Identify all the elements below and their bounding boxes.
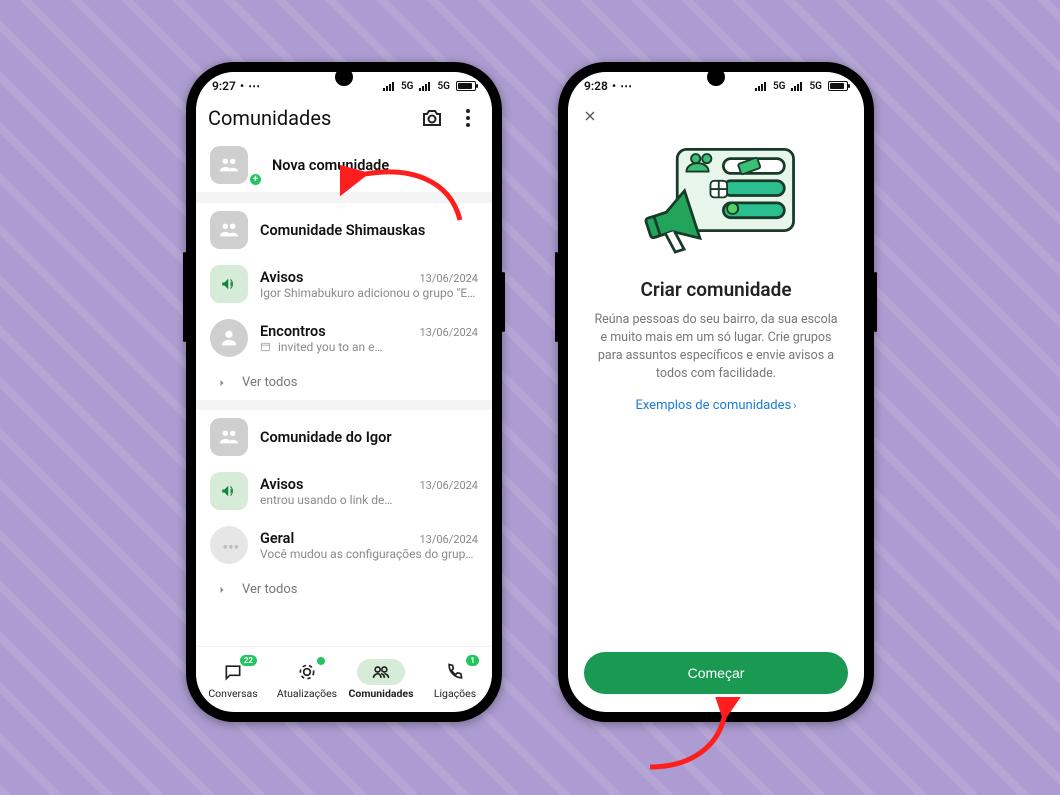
item-title: Geral	[260, 530, 411, 547]
start-button[interactable]: Começar	[584, 652, 848, 694]
tab-badge: 1	[466, 655, 479, 666]
status-net1: 5G	[773, 81, 786, 92]
tab-communities[interactable]: Comunidades	[344, 647, 418, 712]
power-button	[874, 272, 877, 332]
tab-chats[interactable]: 22 Conversas	[196, 647, 270, 712]
volume-buttons	[555, 252, 558, 342]
see-all-label: Ver todos	[242, 582, 298, 597]
updates-icon	[297, 662, 317, 682]
close-icon[interactable]	[582, 108, 598, 128]
item-title: Encontros	[260, 323, 411, 340]
announcement-icon	[210, 265, 248, 303]
chevron-right-icon	[216, 584, 228, 596]
community-name: Comunidade do Igor	[260, 429, 478, 446]
announcement-icon	[210, 472, 248, 510]
page-title: Comunidades	[208, 106, 408, 130]
tab-badge: 22	[240, 655, 257, 666]
calendar-icon	[260, 341, 271, 352]
status-more-icon: ⋯	[248, 79, 260, 93]
examples-link-label: Exemplos de comunidades	[635, 398, 791, 413]
item-date: 13/06/2024	[419, 479, 478, 492]
calls-icon	[445, 662, 465, 682]
chats-icon	[223, 662, 243, 682]
item-date: 13/06/2024	[419, 326, 478, 339]
section-gap	[196, 400, 492, 410]
community-icon	[210, 211, 248, 249]
item-sub: Você mudou as configurações do grupo pa…	[260, 547, 478, 561]
signal-icon-2	[419, 81, 431, 91]
community-header[interactable]: Comunidade Shimauskas	[196, 203, 492, 257]
group-icon	[210, 319, 248, 357]
community-header[interactable]: Comunidade do Igor	[196, 410, 492, 464]
item-sub: Igor Shimabukuro adicionou o grupo "Enco…	[260, 286, 478, 300]
phone-left: 9:27 • ⋯ 5G 5G Comunidades	[186, 62, 502, 722]
see-all-link[interactable]: Ver todos	[196, 365, 492, 400]
item-title: Avisos	[260, 476, 411, 493]
chevron-right-icon: ›	[793, 399, 796, 412]
see-all-link[interactable]: Ver todos	[196, 572, 492, 607]
item-title: Avisos	[260, 269, 411, 286]
status-net2: 5G	[437, 81, 450, 92]
community-icon	[210, 146, 248, 184]
status-time: 9:28	[584, 79, 608, 93]
tab-label: Atualizações	[277, 687, 337, 700]
screen-communities: 9:27 • ⋯ 5G 5G Comunidades	[196, 72, 492, 712]
tab-calls[interactable]: 1 Ligações	[418, 647, 492, 712]
item-date: 13/06/2024	[419, 533, 478, 546]
bottom-nav: 22 Conversas Atualizações Comunidades	[196, 646, 492, 712]
battery-icon	[456, 81, 476, 91]
list-item[interactable]: Avisos 13/06/2024 Igor Shimabukuro adici…	[196, 257, 492, 311]
status-more-icon: ⋯	[620, 79, 632, 93]
phone-right: 9:28 • ⋯ 5G 5G	[558, 62, 874, 722]
section-gap	[196, 193, 492, 203]
volume-buttons	[183, 252, 186, 342]
status-net1: 5G	[401, 81, 414, 92]
bottom-area: Começar	[568, 640, 864, 712]
community-name: Comunidade Shimauskas	[260, 222, 478, 239]
new-community-button[interactable]: + Nova comunidade	[196, 138, 492, 193]
list-item[interactable]: Encontros 13/06/2024 invited you to an e…	[196, 311, 492, 365]
status-time: 9:27	[212, 79, 236, 93]
list-item[interactable]: Geral 13/06/2024 Você mudou as configura…	[196, 518, 492, 572]
status-dot-icon: •	[612, 79, 616, 93]
new-community-label: Nova comunidade	[272, 157, 478, 174]
chevron-right-icon	[216, 377, 228, 389]
tab-label: Ligações	[434, 687, 476, 700]
power-button	[502, 272, 505, 332]
camera-icon[interactable]	[420, 106, 444, 130]
communities-icon	[371, 662, 391, 682]
top-bar	[568, 100, 864, 136]
status-net2: 5G	[809, 81, 822, 92]
tab-dot	[317, 657, 325, 665]
signal-icon-2	[791, 81, 803, 91]
list-item[interactable]: Avisos 13/06/2024 entrou usando o link d…	[196, 464, 492, 518]
signal-icon	[383, 81, 395, 91]
item-sub: entrou usando o link de…	[260, 493, 478, 507]
group-icon	[210, 526, 248, 564]
signal-icon	[755, 81, 767, 91]
battery-icon	[828, 81, 848, 91]
community-icon	[210, 418, 248, 456]
item-sub: invited you to an e…	[260, 340, 478, 354]
front-camera	[335, 68, 353, 86]
plus-badge-icon: +	[248, 172, 263, 187]
tab-updates[interactable]: Atualizações	[270, 647, 344, 712]
tab-label: Comunidades	[349, 687, 414, 700]
app-bar: Comunidades	[196, 100, 492, 138]
screen-create-community: 9:28 • ⋯ 5G 5G	[568, 72, 864, 712]
see-all-label: Ver todos	[242, 375, 298, 390]
create-community-heading: Criar comunidade	[568, 278, 864, 301]
create-community-desc: Reúna pessoas do seu bairro, da sua esco…	[568, 311, 864, 384]
tab-label: Conversas	[208, 687, 257, 700]
examples-link[interactable]: Exemplos de comunidades›	[568, 398, 864, 413]
item-date: 13/06/2024	[419, 272, 478, 285]
more-icon[interactable]	[456, 106, 480, 130]
communities-list: + Nova comunidade Comunidade Shimauskas …	[196, 138, 492, 646]
front-camera	[707, 68, 725, 86]
item-sub-text: invited you to an e…	[278, 340, 382, 354]
status-dot-icon: •	[240, 79, 244, 93]
create-community-illustration	[568, 142, 864, 262]
